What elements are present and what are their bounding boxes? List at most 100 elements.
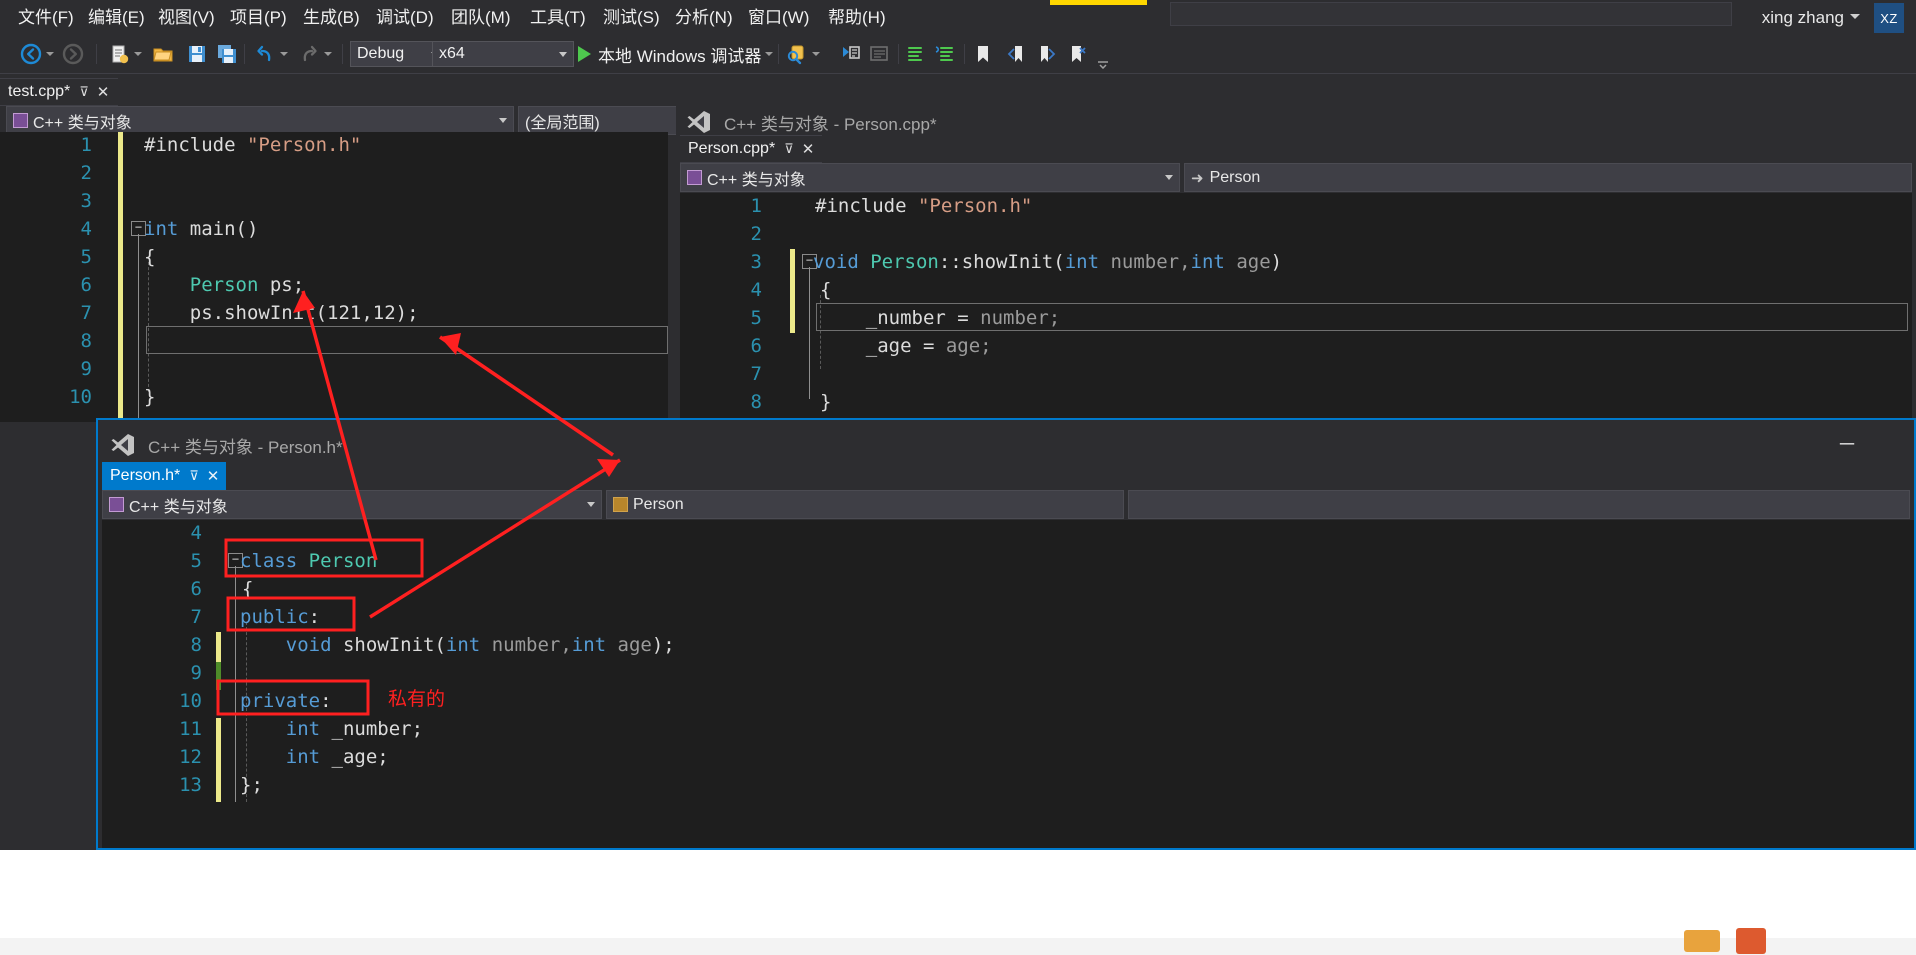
next-bookmark-icon[interactable]: [1036, 41, 1058, 67]
menu-item-window[interactable]: 窗口(W): [740, 0, 817, 35]
chevron-down-icon[interactable]: [46, 52, 54, 56]
save-icon[interactable]: [186, 41, 208, 67]
code-line[interactable]: ps.showInit(121,12);: [144, 302, 419, 324]
member-scope-label: Person: [633, 495, 684, 513]
attach-process-icon[interactable]: [786, 41, 820, 67]
code-line[interactable]: _age = age;: [820, 335, 992, 357]
menu-item-project[interactable]: 项目(P): [222, 0, 295, 35]
menu-item-test[interactable]: 测试(S): [595, 0, 668, 35]
line-number: 9: [190, 662, 202, 684]
menu-item-team[interactable]: 团队(M): [443, 0, 518, 35]
window-title-person-cpp: C++ 类与对象 - Person.cpp*: [686, 105, 937, 139]
clear-bookmarks-icon[interactable]: [1066, 41, 1088, 67]
start-debugging-button[interactable]: 本地 Windows 调试器: [578, 41, 774, 67]
chevron-down-icon[interactable]: [559, 51, 567, 57]
tab-person-cpp[interactable]: Person.cpp* ⊽ ✕: [680, 135, 822, 163]
taskbar-app-icon[interactable]: [1736, 928, 1766, 954]
menu-item-analyze[interactable]: 分析(N): [667, 0, 741, 35]
taskbar-app-icon[interactable]: [1684, 930, 1720, 952]
person-h-navbar-member[interactable]: Person: [606, 490, 1124, 519]
code-line[interactable]: }: [144, 386, 155, 408]
menu-item-build[interactable]: 生成(B): [295, 0, 368, 35]
chevron-down-icon[interactable]: [587, 502, 595, 507]
step-over-icon[interactable]: [868, 41, 890, 67]
person-h-navbar-project[interactable]: C++ 类与对象: [102, 490, 602, 519]
navigate-forward-icon[interactable]: [62, 41, 84, 67]
chevron-down-icon[interactable]: [765, 52, 774, 56]
bookmark-icon[interactable]: [972, 41, 994, 67]
navigate-back-icon[interactable]: [20, 41, 54, 67]
solution-platform-dropdown[interactable]: x64: [432, 41, 574, 67]
code-line[interactable]: void Person::showInit(int number,int age…: [813, 251, 1282, 273]
undo-icon[interactable]: [254, 41, 288, 67]
chevron-down-icon[interactable]: [1850, 14, 1860, 19]
tab-test-cpp[interactable]: test.cpp* ⊽ ✕: [0, 78, 118, 106]
line-number: 7: [750, 363, 762, 385]
menu-item-view[interactable]: 视图(V): [150, 0, 223, 35]
code-line[interactable]: private:: [240, 690, 332, 712]
block-structure-guide: [235, 566, 236, 802]
comment-icon[interactable]: [906, 41, 928, 67]
code-line[interactable]: int main(): [144, 218, 258, 240]
avatar[interactable]: XZ: [1874, 3, 1904, 33]
menu-item-debug[interactable]: 调试(D): [368, 0, 442, 35]
close-icon[interactable]: ✕: [207, 467, 220, 485]
chevron-down-icon[interactable]: [1165, 175, 1173, 180]
new-item-icon[interactable]: [108, 41, 142, 67]
annotation-private-note: 私有的: [388, 689, 446, 710]
change-bar: [790, 249, 795, 333]
code-line[interactable]: void showInit(int number,int age);: [240, 634, 675, 656]
line-number: 11: [179, 718, 202, 740]
code-line[interactable]: {: [242, 578, 253, 600]
code-line[interactable]: }: [820, 391, 831, 413]
tab-person-h[interactable]: Person.h* ⊽ ✕: [102, 462, 226, 490]
person-h-navbar-extra[interactable]: [1128, 490, 1910, 519]
quick-launch-search-input[interactable]: [1170, 2, 1732, 26]
chevron-down-icon[interactable]: [324, 52, 332, 56]
close-icon[interactable]: ✕: [97, 83, 110, 101]
code-line[interactable]: };: [240, 774, 263, 796]
user-account-name[interactable]: xing zhang: [1762, 0, 1844, 35]
menu-item-tools[interactable]: 工具(T): [522, 0, 594, 35]
menu-item-file[interactable]: 文件(F): [10, 0, 82, 35]
code-line[interactable]: {: [144, 246, 155, 268]
code-line[interactable]: Person ps;: [144, 274, 304, 296]
redo-icon[interactable]: [298, 41, 332, 67]
editor-test-cpp[interactable]: 1 2 3 4 5 6 7 8 9 10 − #include "Person.…: [0, 132, 668, 422]
menu-item-help[interactable]: 帮助(H): [820, 0, 894, 35]
prev-bookmark-icon[interactable]: [1006, 41, 1028, 67]
code-line[interactable]: #include "Person.h": [144, 134, 361, 156]
chevron-down-icon[interactable]: [812, 52, 820, 56]
code-line[interactable]: #include "Person.h": [815, 195, 1032, 217]
code-line[interactable]: int _number;: [240, 718, 423, 740]
uncomment-icon[interactable]: [934, 41, 956, 67]
code-line[interactable]: {: [820, 279, 831, 301]
chevron-down-icon[interactable]: [499, 118, 507, 123]
pin-icon[interactable]: ⊽: [79, 84, 89, 100]
code-line[interactable]: _number = number;: [820, 307, 1060, 329]
step-into-icon[interactable]: [840, 41, 862, 67]
line-number: 5: [80, 246, 92, 268]
quick-launch-highlight: [1050, 0, 1147, 5]
save-all-icon[interactable]: [216, 41, 238, 67]
code-line[interactable]: class Person: [240, 550, 377, 572]
editor-person-cpp[interactable]: 1 2 3 4 5 6 7 8 − #include "Person.h" vo…: [680, 193, 1912, 422]
minimize-button[interactable]: ─: [1840, 434, 1854, 454]
chevron-down-icon[interactable]: [280, 52, 288, 56]
editor-person-h[interactable]: 4 5 6 7 8 9 10 11 12 13 − class Person {…: [102, 520, 1914, 848]
toolbar-overflow-icon[interactable]: [1096, 51, 1110, 77]
chevron-down-icon[interactable]: [134, 52, 142, 56]
person-cpp-navbar-member[interactable]: ➜ Person: [1184, 163, 1912, 192]
code-line[interactable]: int _age;: [240, 746, 389, 768]
code-line[interactable]: public:: [240, 606, 320, 628]
window-person-h[interactable]: C++ 类与对象 - Person.h* ─ Person.h* ⊽ ✕ C++…: [96, 418, 1916, 850]
person-cpp-navbar-project[interactable]: C++ 类与对象: [680, 163, 1180, 192]
close-icon[interactable]: ✕: [802, 140, 815, 158]
open-file-icon[interactable]: [152, 41, 174, 67]
toolbar-separator: [244, 44, 245, 64]
navigation-bar-scope-project[interactable]: C++ 类与对象: [6, 106, 514, 135]
menu-item-edit[interactable]: 编辑(E): [80, 0, 153, 35]
pin-icon[interactable]: ⊽: [189, 468, 199, 484]
pin-icon[interactable]: ⊽: [784, 141, 794, 157]
window-person-cpp[interactable]: C++ 类与对象 - Person.cpp* Person.cpp* ⊽ ✕ C…: [676, 95, 1916, 422]
